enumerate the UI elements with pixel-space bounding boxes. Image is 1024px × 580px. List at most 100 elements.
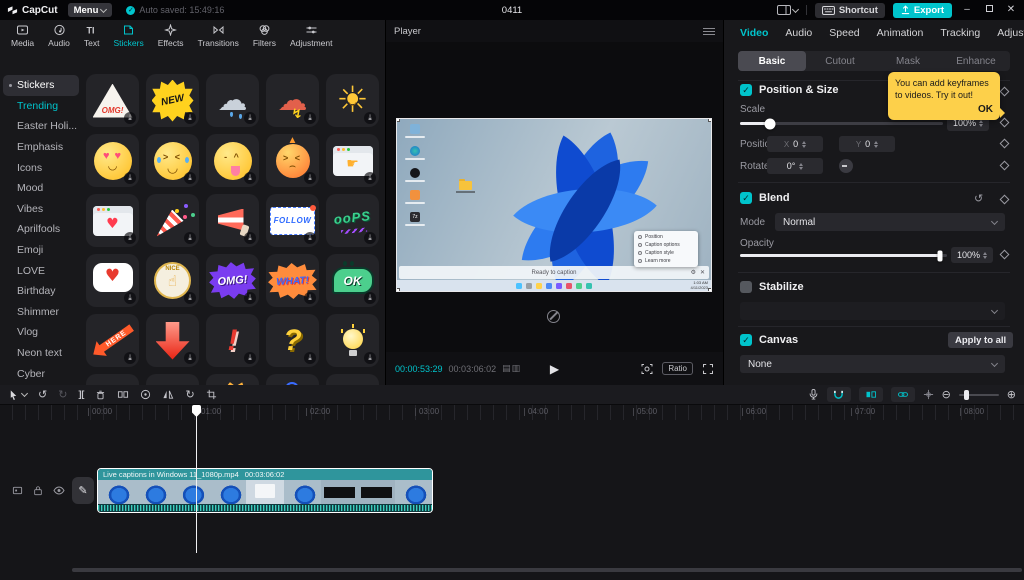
download-icon[interactable]: ⤓ bbox=[364, 232, 376, 244]
tab-animation[interactable]: Animation bbox=[877, 27, 924, 39]
timeline-scrollbar[interactable] bbox=[72, 568, 1022, 572]
category-vibes[interactable]: Vibes bbox=[3, 199, 79, 220]
tab-adjustment[interactable]: Adjustment bbox=[283, 20, 340, 52]
sticker-heart-eyes-emoji[interactable]: ♥ ♥◡⤓ bbox=[86, 134, 139, 187]
preview-quality-icon[interactable]: ▤▥ bbox=[502, 364, 521, 374]
sticker-question-mark[interactable]: ?⤓ bbox=[266, 314, 319, 367]
playhead-line[interactable] bbox=[196, 405, 197, 553]
deselect-icon[interactable] bbox=[547, 310, 560, 323]
category-emphasis[interactable]: Emphasis bbox=[3, 137, 79, 158]
sticker-follow-window[interactable]: FOLLOW⤓ bbox=[266, 194, 319, 247]
sticker-red-down-arrow[interactable]: ⤓ bbox=[146, 314, 199, 367]
crop-icon[interactable] bbox=[206, 389, 217, 400]
download-icon[interactable]: ⤓ bbox=[184, 292, 196, 304]
flip-icon[interactable] bbox=[162, 389, 174, 400]
sticker-party-popper[interactable]: ⤓ bbox=[146, 194, 199, 247]
select-tool-icon[interactable] bbox=[8, 389, 27, 401]
transform-handle[interactable] bbox=[708, 118, 712, 122]
download-icon[interactable]: ⤓ bbox=[244, 232, 256, 244]
category-icons[interactable]: Icons bbox=[3, 157, 79, 178]
download-icon[interactable]: ⤓ bbox=[304, 172, 316, 184]
checkbox-checked[interactable]: ✓ bbox=[740, 84, 752, 96]
subtab-mask[interactable]: Mask bbox=[874, 51, 942, 71]
sticker-laugh-cry-emoji[interactable]: > <◡⤓ bbox=[146, 134, 199, 187]
edit-cover-button[interactable]: ✎ bbox=[72, 477, 94, 504]
category-trending[interactable]: Trending bbox=[3, 96, 79, 117]
zoom-in-icon[interactable]: ⊕ bbox=[1007, 389, 1016, 400]
download-icon[interactable]: ⤓ bbox=[124, 172, 136, 184]
delete-icon[interactable] bbox=[95, 389, 106, 401]
rotate-icon[interactable]: ↻ bbox=[185, 389, 194, 400]
download-icon[interactable]: ⤓ bbox=[184, 232, 196, 244]
rotate-knob-icon[interactable] bbox=[839, 159, 853, 173]
mirror-icon[interactable] bbox=[117, 389, 129, 400]
transform-handle[interactable] bbox=[708, 288, 712, 292]
maximize-button[interactable] bbox=[982, 0, 996, 20]
ratio-button[interactable]: Ratio bbox=[662, 362, 693, 375]
keyframe-diamond-icon[interactable] bbox=[1000, 139, 1010, 149]
zoom-out-icon[interactable]: ⊖ bbox=[942, 389, 951, 400]
scale-slider[interactable] bbox=[740, 122, 943, 125]
position-y-field[interactable]: Y 0 bbox=[839, 136, 895, 152]
sticker-tongue-out-emoji[interactable]: - ^⤓ bbox=[206, 134, 259, 187]
sticker-heart-speech-bubble[interactable]: ♥⤓ bbox=[86, 254, 139, 307]
magnet-toggle-icon[interactable] bbox=[827, 387, 851, 402]
tab-speed[interactable]: Speed bbox=[829, 27, 859, 39]
category-mood[interactable]: Mood bbox=[3, 178, 79, 199]
stepper-icon[interactable] bbox=[802, 141, 806, 148]
tab-stickers[interactable]: Stickers bbox=[107, 20, 151, 52]
category-love[interactable]: LOVE bbox=[3, 260, 79, 281]
apply-to-all-button[interactable]: Apply to all bbox=[948, 332, 1013, 348]
stepper-icon[interactable] bbox=[874, 141, 878, 148]
keyframe-diamond-icon[interactable] bbox=[1000, 250, 1010, 260]
download-icon[interactable]: ⤓ bbox=[364, 112, 376, 124]
download-icon[interactable]: ⤓ bbox=[364, 352, 376, 364]
download-icon[interactable]: ⤓ bbox=[124, 352, 136, 364]
sticker-oops-text[interactable]: ooPS⤓ bbox=[326, 194, 379, 247]
tab-effects[interactable]: Effects bbox=[151, 20, 191, 52]
lock-track-icon[interactable] bbox=[31, 483, 45, 497]
position-x-field[interactable]: X 0 bbox=[767, 136, 823, 152]
download-icon[interactable]: ⤓ bbox=[124, 112, 136, 124]
canvas-background-dropdown[interactable]: None bbox=[740, 355, 1005, 373]
category-shimmer[interactable]: Shimmer bbox=[3, 302, 79, 323]
blend-mode-dropdown[interactable]: Normal bbox=[775, 213, 1005, 231]
redo-icon[interactable]: ↻ bbox=[58, 389, 67, 400]
close-button[interactable]: ✕ bbox=[1004, 0, 1018, 20]
download-icon[interactable]: ⤓ bbox=[184, 352, 196, 364]
track-type-icon[interactable] bbox=[10, 483, 24, 497]
player-menu-icon[interactable] bbox=[703, 26, 715, 37]
tab-media[interactable]: Media bbox=[4, 20, 41, 52]
category-easter-holi-[interactable]: Easter Holi... bbox=[3, 116, 79, 137]
category-neon-text[interactable]: Neon text bbox=[3, 343, 79, 364]
sticker-ok-bubble[interactable]: OK⤓ bbox=[326, 254, 379, 307]
checkbox-checked[interactable]: ✓ bbox=[740, 334, 752, 346]
download-icon[interactable]: ⤓ bbox=[304, 232, 316, 244]
stabilize-dropdown[interactable] bbox=[740, 302, 1005, 320]
category-vlog[interactable]: Vlog bbox=[3, 322, 79, 343]
undo-icon[interactable]: ↺ bbox=[38, 389, 47, 400]
tab-video[interactable]: Video bbox=[740, 27, 768, 39]
category-stickers[interactable]: Stickers bbox=[3, 75, 79, 96]
stepper-icon[interactable] bbox=[983, 252, 987, 259]
keyframe-diamond-icon[interactable] bbox=[1000, 195, 1010, 205]
fullscreen-icon[interactable] bbox=[702, 363, 714, 375]
keyframe-diamond-icon[interactable] bbox=[1000, 161, 1010, 171]
sticker-light-bulb[interactable]: ⤓ bbox=[326, 314, 379, 367]
sticker-what-comic[interactable]: WHAT!⤓ bbox=[266, 254, 319, 307]
transform-handle[interactable] bbox=[396, 118, 400, 122]
sticker-like-window[interactable]: ☛⤓ bbox=[326, 134, 379, 187]
download-icon[interactable]: ⤓ bbox=[304, 352, 316, 364]
tab-text[interactable]: TI Text bbox=[77, 20, 107, 52]
sticker-angry-emoji[interactable]: ▲> <⌢⤓ bbox=[266, 134, 319, 187]
sticker-laughing-sun[interactable]: ☀◡⤓ bbox=[326, 74, 379, 127]
sticker-angry-storm-cloud[interactable]: ☁↯⤓ bbox=[266, 74, 319, 127]
sticker-heart-click-window[interactable]: ♥⤓ bbox=[86, 194, 139, 247]
snapshot-icon[interactable] bbox=[641, 363, 653, 375]
timeline-zoom-slider[interactable] bbox=[959, 394, 999, 396]
download-icon[interactable]: ⤓ bbox=[304, 112, 316, 124]
timeline-clip[interactable]: Live captions in Windows 11_1080p.mp4 00… bbox=[97, 468, 433, 513]
linking-toggle-icon[interactable] bbox=[891, 387, 915, 402]
stepper-icon[interactable] bbox=[979, 120, 983, 127]
category-birthday[interactable]: Birthday bbox=[3, 281, 79, 302]
